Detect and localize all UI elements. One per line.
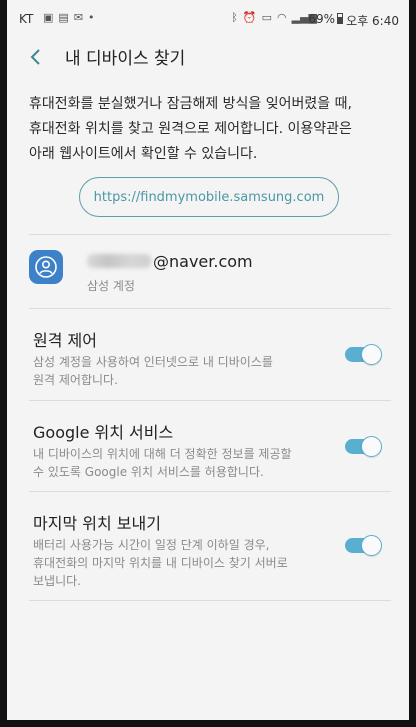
setting-description: 삼성 계정을 사용하여 인터넷으로 내 디바이스를 원격 제어합니다.: [33, 355, 273, 387]
divider: [29, 234, 391, 235]
gallery-icon: ▤: [58, 11, 69, 24]
account-avatar: [29, 250, 63, 284]
toggle-thumb: [361, 535, 382, 556]
bluetooth-icon: ᛒ: [231, 11, 238, 24]
screen: KT ▣ ▤ ✉ • ᛒ ⏰ ▭ ◠ ▂▄▆ 69% 오후 6:40 내 디바이…: [7, 0, 409, 720]
account-type-label: 삼성 계정: [87, 279, 135, 293]
google-location-toggle[interactable]: [345, 436, 382, 457]
samsung-account-row[interactable]: @naver.com 삼성 계정: [7, 236, 409, 310]
setting-title: 원격 제어: [33, 331, 97, 350]
send-last-location-toggle[interactable]: [345, 535, 382, 556]
toggle-thumb: [361, 344, 382, 365]
clock: 오후 6:40: [346, 14, 399, 28]
user-icon: [35, 256, 57, 278]
redacted-username: [87, 254, 151, 268]
setting-send-last-location[interactable]: 마지막 위치 보내기 배터리 사용가능 시간이 일정 단계 이하일 경우, 휴대…: [7, 510, 409, 596]
divider: [29, 600, 391, 601]
setting-title: Google 위치 서비스: [33, 423, 174, 442]
email-domain: @naver.com: [153, 252, 253, 271]
hd-voice-icon: ▭: [261, 11, 272, 24]
back-arrow-icon: [30, 49, 40, 65]
setting-title: 마지막 위치 보내기: [33, 514, 161, 533]
message-icon: ✉: [73, 11, 84, 24]
toggle-thumb: [361, 436, 382, 457]
setting-remote-control[interactable]: 원격 제어 삼성 계정을 사용하여 인터넷으로 내 디바이스를 원격 제어합니다…: [7, 327, 409, 397]
divider: [29, 400, 391, 401]
battery-icon: [337, 13, 343, 24]
divider: [29, 491, 391, 492]
divider: [29, 308, 391, 309]
battery-indicator: 69%: [308, 12, 343, 26]
intro-description: 휴대전화를 분실했거나 잠금해제 방식을 잊어버렸을 때, 휴대전화 위치를 찾…: [29, 96, 352, 162]
carrier-label: KT: [19, 12, 34, 26]
setting-description: 배터리 사용가능 시간이 일정 단계 이하일 경우, 휴대전화의 마지막 위치를…: [33, 538, 288, 588]
status-bar: KT ▣ ▤ ✉ • ᛒ ⏰ ▭ ◠ ▂▄▆ 69% 오후 6:40: [7, 0, 409, 38]
account-email: @naver.com: [87, 252, 253, 271]
battery-percent: 69%: [308, 12, 335, 26]
back-button[interactable]: [23, 44, 49, 70]
system-icons: ᛒ ⏰ ▭ ◠ ▂▄▆: [231, 11, 317, 24]
app-header: 내 디바이스 찾기: [7, 38, 409, 78]
screenshot-icon: ▣: [43, 11, 54, 24]
remote-control-toggle[interactable]: [345, 344, 382, 365]
wifi-icon: ◠: [277, 11, 287, 24]
setting-google-location[interactable]: Google 위치 서비스 내 디바이스의 위치에 대해 더 정확한 정보를 제…: [7, 419, 409, 489]
alarm-icon: ⏰: [242, 11, 257, 24]
setting-description: 내 디바이스의 위치에 대해 더 정확한 정보를 제공할 수 있도록 Googl…: [33, 447, 292, 479]
notification-icons: ▣ ▤ ✉ •: [43, 11, 95, 24]
website-link-button[interactable]: https://findmymobile.samsung.com: [79, 177, 339, 217]
page-title: 내 디바이스 찾기: [65, 49, 186, 69]
more-dot-icon: •: [88, 11, 95, 24]
